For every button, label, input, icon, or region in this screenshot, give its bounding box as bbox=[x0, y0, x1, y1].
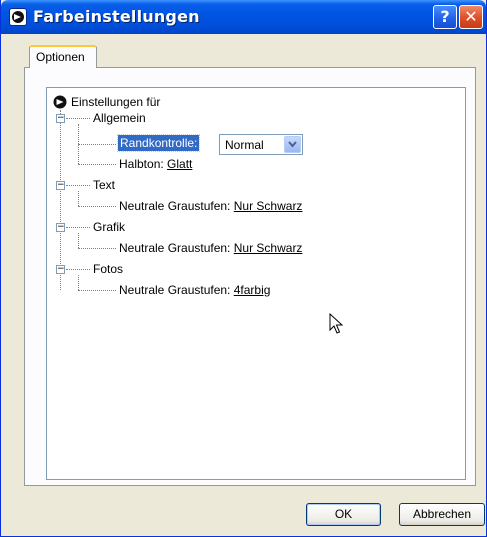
app-icon bbox=[9, 8, 27, 26]
tree-branch bbox=[78, 144, 116, 145]
tree-item-grafik-graustufen[interactable]: Neutrale Graustufen: Nur Schwarz bbox=[119, 241, 302, 255]
tree-branch bbox=[78, 164, 116, 165]
item-value[interactable]: Nur Schwarz bbox=[234, 241, 303, 255]
item-value[interactable]: 4farbig bbox=[234, 283, 271, 297]
expander-allgemein[interactable]: − bbox=[56, 114, 65, 123]
expander-grafik[interactable]: − bbox=[56, 223, 65, 232]
settings-tree[interactable]: Einstellungen für − Allgemein Randkontro… bbox=[46, 87, 466, 480]
tree-branch bbox=[66, 185, 90, 186]
tree-child-line bbox=[78, 191, 79, 206]
tree-child-line bbox=[78, 275, 79, 290]
dropdown-arrow-button[interactable] bbox=[284, 136, 301, 153]
tree-group-grafik[interactable]: Grafik bbox=[93, 220, 125, 234]
cancel-button[interactable]: Abbrechen bbox=[399, 503, 485, 526]
tree-group-allgemein[interactable]: Allgemein bbox=[93, 111, 146, 125]
help-icon: ? bbox=[440, 7, 450, 26]
item-value[interactable]: Nur Schwarz bbox=[234, 199, 303, 213]
help-button[interactable]: ? bbox=[433, 5, 457, 29]
expander-fotos[interactable]: − bbox=[56, 265, 65, 274]
tree-item-randkontrolle[interactable]: Randkontrolle: bbox=[116, 134, 201, 152]
item-label: Neutrale Graustufen: bbox=[119, 283, 231, 297]
tab-options[interactable]: Optionen bbox=[29, 45, 97, 68]
tree-child-line bbox=[78, 233, 79, 248]
tree-branch bbox=[78, 248, 116, 249]
close-button[interactable]: ✕ bbox=[459, 5, 483, 29]
tab-panel: Einstellungen für − Allgemein Randkontro… bbox=[24, 67, 476, 486]
tree-item-halbton[interactable]: Halbton: Glatt bbox=[119, 157, 192, 171]
item-label: Halbton: bbox=[119, 157, 164, 171]
window-title: Farbeinstellungen bbox=[33, 7, 200, 26]
item-label: Neutrale Graustufen: bbox=[119, 241, 231, 255]
color-settings-dialog: Farbeinstellungen ? ✕ Optionen Einstellu… bbox=[0, 0, 487, 537]
item-label: Neutrale Graustufen: bbox=[119, 199, 231, 213]
chevron-down-icon bbox=[288, 141, 297, 148]
tree-root-label: Einstellungen für bbox=[71, 95, 161, 109]
tree-branch bbox=[66, 269, 90, 270]
mouse-pointer-icon bbox=[329, 313, 344, 334]
ok-button[interactable]: OK bbox=[306, 503, 381, 526]
dropdown-value: Normal bbox=[225, 138, 264, 152]
tree-branch bbox=[78, 290, 116, 291]
expander-text[interactable]: − bbox=[56, 181, 65, 190]
tree-group-text[interactable]: Text bbox=[93, 178, 115, 192]
tree-branch bbox=[66, 118, 90, 119]
tree-trunk-line bbox=[60, 110, 61, 290]
tree-item-fotos-graustufen[interactable]: Neutrale Graustufen: 4farbig bbox=[119, 283, 270, 297]
printer-settings-icon bbox=[53, 95, 67, 109]
title-bar[interactable]: Farbeinstellungen ? ✕ bbox=[1, 0, 486, 34]
tree-branch bbox=[78, 206, 116, 207]
tree-group-fotos[interactable]: Fotos bbox=[93, 262, 123, 276]
close-icon: ✕ bbox=[464, 7, 478, 26]
randkontrolle-dropdown[interactable]: Normal bbox=[219, 134, 303, 155]
tree-branch bbox=[66, 227, 90, 228]
item-value[interactable]: Glatt bbox=[167, 157, 192, 171]
tree-item-text-graustufen[interactable]: Neutrale Graustufen: Nur Schwarz bbox=[119, 199, 302, 213]
